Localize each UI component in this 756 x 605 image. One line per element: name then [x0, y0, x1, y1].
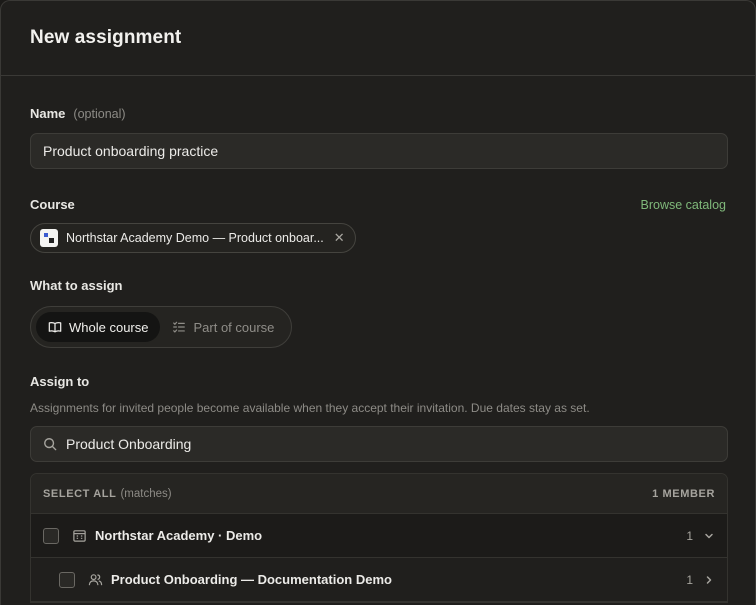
select-all-label: SELECT ALL: [43, 487, 117, 500]
part-of-course-option[interactable]: Part of course: [160, 312, 286, 342]
assignee-search-input[interactable]: Product Onboarding: [30, 426, 728, 462]
member-count: 1 MEMBER: [652, 487, 715, 500]
scope-segmented-control: Whole course Part of course: [30, 306, 293, 348]
scope-toggle-wrap: Whole course Part of course: [30, 306, 726, 348]
whole-course-option[interactable]: Whole course: [36, 312, 161, 342]
course-chip-wrap: Northstar Academy Demo — Product onboar.…: [30, 223, 726, 253]
assign-to-label: Assign to: [30, 374, 90, 389]
name-input[interactable]: Product onboarding practice: [30, 133, 728, 169]
course-chip: Northstar Academy Demo — Product onboar.…: [30, 223, 356, 253]
name-label-text: Name: [30, 106, 66, 121]
row-count: 1: [686, 528, 693, 543]
select-all-toggle[interactable]: SELECT ALL (matches): [43, 488, 172, 500]
name-input-value: Product onboarding practice: [43, 143, 219, 159]
table-row[interactable]: Northstar Academy · Demo 1: [31, 514, 727, 558]
assignee-search-value: Product Onboarding: [66, 436, 192, 452]
what-to-assign-label: What to assign: [30, 278, 123, 293]
checklist-icon: [173, 321, 186, 333]
row-count: 1: [686, 572, 693, 587]
new-assignment-dialog: New assignment Name (optional) Product on…: [0, 0, 756, 605]
course-logo-icon: [40, 229, 58, 247]
building-icon: [72, 528, 87, 543]
part-of-course-label: Part of course: [193, 319, 275, 335]
chevron-down-icon[interactable]: [703, 530, 715, 542]
remove-course-icon[interactable]: ✕: [334, 230, 345, 246]
book-open-icon: [48, 322, 62, 333]
dialog-header: New assignment: [1, 1, 755, 76]
table-row[interactable]: Product Onboarding — Documentation Demo …: [31, 558, 727, 602]
row-checkbox[interactable]: [59, 571, 75, 588]
row-checkbox[interactable]: [43, 527, 59, 544]
dialog-body: Name (optional) Product onboarding practi…: [1, 106, 755, 603]
search-icon: [44, 438, 57, 451]
row-label: Product Onboarding — Documentation Demo: [111, 572, 392, 587]
assign-to-hint: Assignments for invited people become av…: [30, 401, 590, 415]
assignee-list: SELECT ALL (matches) 1 MEMBER Northstar A…: [30, 473, 728, 603]
assign-to-label-row: Assign to: [30, 374, 726, 389]
course-label-row: Course Browse catalog: [30, 197, 726, 212]
course-label: Course: [30, 197, 75, 212]
browse-catalog-link[interactable]: Browse catalog: [641, 198, 726, 212]
whole-course-label: Whole course: [69, 319, 149, 335]
select-all-matches: (matches): [120, 487, 172, 500]
users-icon: [88, 572, 103, 587]
assignee-list-header: SELECT ALL (matches) 1 MEMBER: [31, 474, 727, 514]
dialog-title: New assignment: [30, 27, 182, 48]
name-label: Name (optional): [30, 106, 126, 121]
what-to-assign-label-row: What to assign: [30, 278, 726, 293]
course-chip-label: Northstar Academy Demo — Product onboar.…: [66, 231, 324, 245]
row-label: Northstar Academy · Demo: [95, 528, 263, 543]
chevron-right-icon[interactable]: [703, 574, 715, 586]
name-optional-text: (optional): [73, 107, 126, 121]
name-label-row: Name (optional): [30, 106, 726, 121]
